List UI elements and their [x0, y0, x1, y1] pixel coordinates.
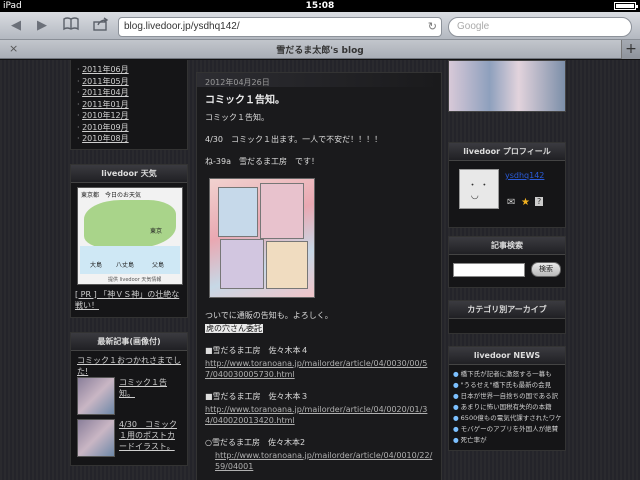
archive-item[interactable]: · 2011年06月	[77, 64, 181, 76]
archive-box: · 2011年06月 · 2011年05月 · 2011年04月 · 2011年…	[70, 60, 188, 150]
recent-posts-title: 最新記事(画像付)	[71, 332, 187, 351]
url-text: blog.livedoor.jp/ysdhq142/	[124, 21, 240, 32]
category-title[interactable]: カテゴリ別アーカイブ	[449, 301, 565, 319]
archive-item[interactable]: · 2010年09月	[77, 122, 181, 134]
main-article: 2012年04月26日 コミック１告知。 コミック１告知。 4/30 コミック１…	[196, 72, 442, 480]
list-item[interactable]: ● 橋下氏が記者に激怒する一幕も	[453, 369, 561, 380]
archive-item[interactable]: · 2011年01月	[77, 99, 181, 111]
archive-item[interactable]: · 2011年04月	[77, 87, 181, 99]
category-box: カテゴリ別アーカイブ	[448, 300, 566, 334]
reload-icon[interactable]: ↻	[428, 18, 437, 36]
tab-title[interactable]: 雪だるま太郎's blog	[0, 43, 640, 56]
post-thumbnail[interactable]	[77, 418, 115, 457]
list-item[interactable]: ● "うるせえ"橋下氏も最新の会見	[453, 380, 561, 391]
recent-posts-box: 最新記事(画像付) コミック１おつかれさまでした! コミック１告知。 4/30 …	[70, 331, 188, 466]
forward-icon[interactable]: ▶	[34, 17, 50, 35]
search-title: 記事検索	[449, 237, 565, 255]
store-link[interactable]: http://www.toranoana.jp/mailorder/articl…	[215, 451, 432, 471]
list-item[interactable]: ● 6500億もの電気代課すされたワケ	[453, 413, 561, 424]
store-link[interactable]: http://www.toranoana.jp/mailorder/articl…	[205, 359, 427, 379]
list-item[interactable]: ● あまりに怖い国税有失的の本籍	[453, 402, 561, 413]
archive-item[interactable]: · 2010年08月	[77, 133, 181, 145]
list-item[interactable]: コミック１告知。	[77, 376, 181, 415]
search-placeholder: Google	[457, 21, 490, 32]
post-thumbnail[interactable]	[77, 376, 115, 415]
search-button[interactable]: 検索	[531, 262, 561, 277]
bookmarks-icon[interactable]	[62, 17, 80, 35]
weather-map[interactable]: 東京都 今日のお天気 東京 大島 八丈島 父島 提供 livedoor 天気情報	[77, 186, 183, 285]
status-bar: iPad 15:08	[0, 0, 640, 12]
banner-image[interactable]	[448, 60, 566, 112]
share-icon[interactable]	[92, 17, 110, 35]
weather-title: livedoor 天気	[71, 164, 187, 183]
browser-toolbar: ◀ ▶ blog.livedoor.jp/ysdhq142/ ↻ Google	[0, 12, 640, 40]
pr-link[interactable]: [ PR ] 「神ＶＳ神」の壮絶な戦い！	[71, 289, 187, 317]
web-page: · 2011年06月 · 2011年05月 · 2011年04月 · 2011年…	[0, 60, 640, 480]
post-body: コミック１告知。 4/30 コミック１出ます。一人で不安だ！！！！ ね-39a …	[205, 113, 433, 471]
recent-post-link[interactable]: コミック１おつかれさまでした!	[77, 355, 181, 377]
news-box: livedoor NEWS ● 橋下氏が記者に激怒する一幕も ● "うるせえ"橋下氏…	[448, 346, 566, 451]
battery-icon	[614, 2, 638, 10]
store-link[interactable]: http://www.toranoana.jp/mailorder/articl…	[205, 405, 427, 425]
archive-item[interactable]: · 2010年12月	[77, 110, 181, 122]
search-field[interactable]: Google	[448, 17, 632, 37]
clock: 15:08	[305, 1, 335, 11]
new-tab-button[interactable]: +	[621, 40, 640, 59]
tab-bar: × 雪だるま太郎's blog +	[0, 40, 640, 59]
list-item[interactable]: 4/30 コミック１用のポストカードイラスト。	[77, 418, 181, 457]
post-date: 2012年04月26日	[197, 73, 441, 87]
list-item[interactable]: ● 死亡率が	[453, 435, 561, 446]
list-item[interactable]: ● 日本が世界一自捨ちの国である訳	[453, 391, 561, 402]
list-item[interactable]: ● モバゲーのアプリを外国人が絶賛	[453, 424, 561, 435]
comic-cover-image[interactable]	[209, 178, 315, 298]
address-bar[interactable]: blog.livedoor.jp/ysdhq142/ ↻	[118, 17, 442, 37]
right-sidebar: livedoor プロフィール ysdhq142 ✉ ★ ? 記事検索 検索 カ…	[448, 60, 566, 459]
profile-username[interactable]: ysdhq142	[505, 171, 544, 180]
profile-title: livedoor プロフィール	[449, 143, 565, 161]
highlighted-text: 虎の穴さん委託	[205, 324, 263, 333]
search-input[interactable]	[453, 263, 525, 277]
weather-box: livedoor 天気 東京都 今日のお天気 東京 大島 八丈島 父島 提供 l…	[70, 163, 188, 318]
news-list: ● 橋下氏が記者に激怒する一幕も ● "うるせえ"橋下氏も最新の会見 ● 日本が世界一…	[449, 365, 565, 450]
news-title: livedoor NEWS	[449, 347, 565, 365]
star-icon[interactable]: ★	[521, 197, 530, 208]
back-icon[interactable]: ◀	[8, 17, 24, 35]
left-sidebar: · 2011年06月 · 2011年05月 · 2011年04月 · 2011年…	[70, 60, 188, 474]
post-title[interactable]: コミック１告知。	[197, 87, 441, 112]
help-icon[interactable]: ?	[535, 197, 544, 206]
mail-icon[interactable]: ✉	[507, 197, 515, 208]
profile-box: livedoor プロフィール ysdhq142 ✉ ★ ?	[448, 142, 566, 228]
search-box: 記事検索 検索	[448, 236, 566, 288]
avatar[interactable]	[459, 169, 499, 209]
archive-list: · 2011年06月 · 2011年05月 · 2011年04月 · 2011年…	[71, 60, 187, 149]
archive-item[interactable]: · 2011年05月	[77, 76, 181, 88]
